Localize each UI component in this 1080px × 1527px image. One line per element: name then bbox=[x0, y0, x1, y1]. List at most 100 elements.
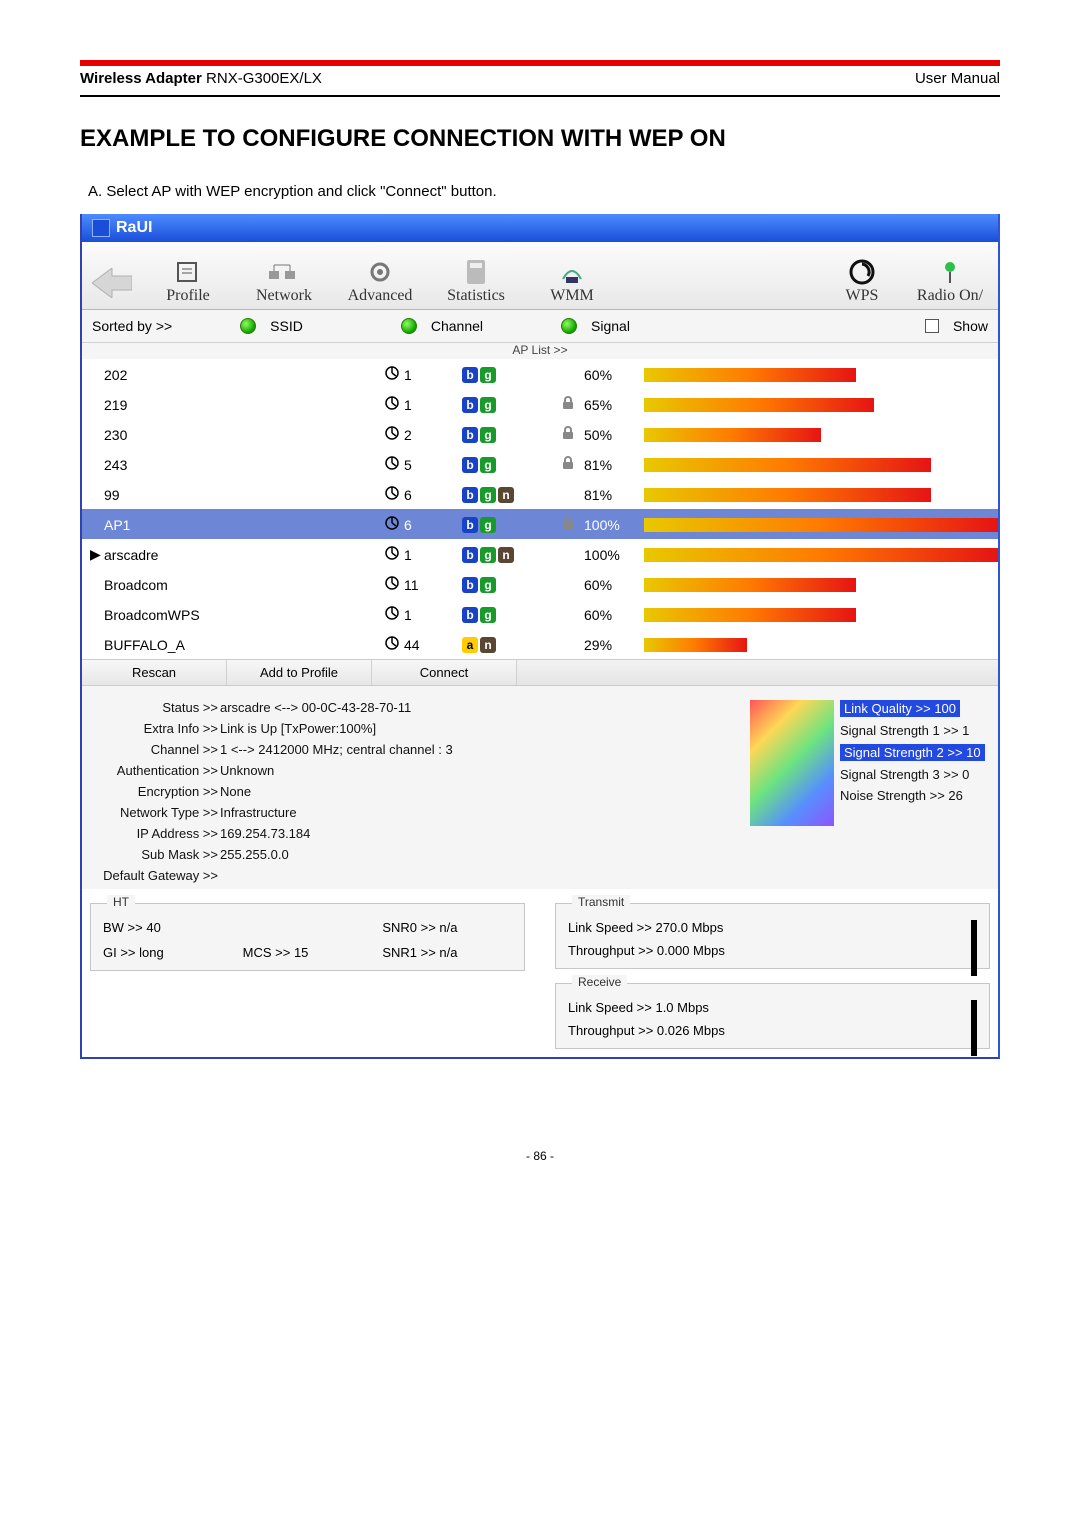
channel-clock-icon bbox=[384, 635, 400, 654]
back-button[interactable] bbox=[90, 261, 134, 305]
sort-signal-label: Signal bbox=[591, 318, 630, 334]
ap-row[interactable]: BroadcomWPS1bg60% bbox=[82, 599, 998, 629]
enc-label: Encryption >> bbox=[90, 784, 220, 799]
ap-row[interactable]: 996bgn 81% bbox=[82, 479, 998, 509]
nettype-label: Network Type >> bbox=[90, 805, 220, 820]
ht-title: HT bbox=[107, 895, 135, 909]
ap-row[interactable]: AP16bg100% bbox=[82, 509, 998, 539]
ap-lock bbox=[552, 426, 584, 443]
lock-icon bbox=[562, 426, 574, 443]
lock-icon bbox=[562, 396, 574, 413]
main-toolbar: Profile Network Advanced Statistics WMM bbox=[82, 242, 998, 310]
ap-ssid: 99 bbox=[104, 487, 384, 503]
mode-g-icon: g bbox=[480, 367, 496, 383]
mode-b-icon: b bbox=[462, 427, 478, 443]
mode-g-icon: g bbox=[480, 397, 496, 413]
gw-label: Default Gateway >> bbox=[90, 868, 220, 883]
ap-signal-pct: 65% bbox=[584, 397, 644, 413]
ap-modes: bg bbox=[462, 577, 552, 593]
mode-g-icon: g bbox=[480, 487, 496, 503]
sort-ssid-radio[interactable] bbox=[240, 318, 256, 334]
ap-signal-pct: 81% bbox=[584, 487, 644, 503]
auth-value: Unknown bbox=[220, 763, 274, 778]
ap-signal-bar bbox=[644, 518, 998, 532]
app-window: RaUI Profile Network Advanced Statistics bbox=[80, 214, 1000, 1059]
ap-row[interactable]: 2302bg 50% bbox=[82, 419, 998, 449]
ht-gi: GI >> long bbox=[103, 945, 233, 960]
ap-modes: bgn bbox=[462, 487, 552, 503]
ap-channel: 2 bbox=[384, 425, 462, 444]
mode-g-icon: g bbox=[480, 427, 496, 443]
ap-signal-pct: 100% bbox=[584, 547, 644, 563]
rescan-button[interactable]: Rescan bbox=[82, 660, 227, 685]
ap-lock bbox=[552, 456, 584, 473]
signal-strength-2: Signal Strength 2 >> 10 bbox=[840, 744, 985, 761]
lock-icon bbox=[562, 516, 574, 533]
mask-label: Sub Mask >> bbox=[90, 847, 220, 862]
radio-on-icon bbox=[932, 257, 968, 287]
action-bar: Rescan Add to Profile Connect bbox=[82, 659, 998, 686]
sort-bar: Sorted by >> SSID Channel Signal Show bbox=[82, 310, 998, 343]
ap-ssid: 230 bbox=[104, 427, 384, 443]
window-titlebar: RaUI bbox=[82, 214, 998, 242]
mode-b-icon: b bbox=[462, 367, 478, 383]
product-name-rest: RNX-G300EX/LX bbox=[202, 70, 322, 87]
show-checkbox[interactable] bbox=[925, 319, 939, 333]
ap-row[interactable]: ▶arscadre1bgn100% bbox=[82, 539, 998, 569]
tab-profile-label: Profile bbox=[166, 287, 210, 305]
ht-bw: BW >> 40 bbox=[103, 920, 233, 935]
tab-network[interactable]: Network bbox=[236, 257, 332, 305]
extrainfo-label: Extra Info >> bbox=[90, 721, 220, 736]
ht-snr0: SNR0 >> n/a bbox=[382, 920, 512, 935]
connect-button[interactable]: Connect bbox=[372, 660, 517, 685]
receive-box: Receive Link Speed >> 1.0 Mbps Throughpu… bbox=[555, 983, 990, 1049]
ap-row[interactable]: 2021bg60% bbox=[82, 359, 998, 389]
ap-ssid: BroadcomWPS bbox=[104, 607, 384, 623]
tab-network-label: Network bbox=[256, 287, 312, 305]
ap-row[interactable]: Broadcom11bg60% bbox=[82, 569, 998, 599]
tab-wmm[interactable]: WMM bbox=[524, 257, 620, 305]
mode-b-icon: b bbox=[462, 517, 478, 533]
ap-modes: bg bbox=[462, 517, 552, 533]
ap-channel: 1 bbox=[384, 395, 462, 414]
mode-g-icon: g bbox=[480, 547, 496, 563]
tab-wps[interactable]: WPS bbox=[814, 257, 910, 305]
tab-statistics[interactable]: Statistics bbox=[428, 257, 524, 305]
wps-icon bbox=[844, 257, 880, 287]
status-value: arscadre <--> 00-0C-43-28-70-11 bbox=[220, 700, 411, 715]
channel-clock-icon bbox=[384, 485, 400, 504]
tab-radio[interactable]: Radio On/ bbox=[910, 257, 990, 305]
ht-mcs: MCS >> 15 bbox=[243, 945, 373, 960]
ap-channel: 6 bbox=[384, 485, 462, 504]
ap-lock bbox=[552, 516, 584, 533]
ap-signal-bar bbox=[644, 638, 998, 652]
ap-ssid: 243 bbox=[104, 457, 384, 473]
ap-signal-pct: 81% bbox=[584, 457, 644, 473]
tx-title: Transmit bbox=[572, 895, 630, 909]
ap-modes: bg bbox=[462, 607, 552, 623]
ap-row[interactable]: 2191bg65% bbox=[82, 389, 998, 419]
sort-channel-radio[interactable] bbox=[401, 318, 417, 334]
mode-g-icon: g bbox=[480, 577, 496, 593]
sorted-by-label: Sorted by >> bbox=[92, 318, 172, 334]
ap-signal-bar bbox=[644, 458, 998, 472]
ap-signal-pct: 50% bbox=[584, 427, 644, 443]
ap-signal-pct: 100% bbox=[584, 517, 644, 533]
ap-signal-pct: 60% bbox=[584, 367, 644, 383]
ap-row[interactable]: 2435bg81% bbox=[82, 449, 998, 479]
tab-profile[interactable]: Profile bbox=[140, 257, 236, 305]
tab-advanced[interactable]: Advanced bbox=[332, 257, 428, 305]
ht-box: HT BW >> 40 SNR0 >> n/a GI >> long MCS >… bbox=[90, 903, 525, 971]
rx-linkspeed: Link Speed >> 1.0 Mbps bbox=[568, 1000, 977, 1015]
mode-b-icon: b bbox=[462, 577, 478, 593]
sort-signal-radio[interactable] bbox=[561, 318, 577, 334]
ap-ssid: 202 bbox=[104, 367, 384, 383]
ap-row[interactable]: BUFFALO_A44an29% bbox=[82, 629, 998, 659]
sort-ssid-label: SSID bbox=[270, 318, 303, 334]
ap-ssid: arscadre bbox=[104, 547, 384, 563]
ap-signal-bar bbox=[644, 578, 998, 592]
add-to-profile-button[interactable]: Add to Profile bbox=[227, 660, 372, 685]
ap-signal-bar bbox=[644, 608, 998, 622]
ap-signal-bar bbox=[644, 488, 998, 502]
ap-channel: 1 bbox=[384, 605, 462, 624]
